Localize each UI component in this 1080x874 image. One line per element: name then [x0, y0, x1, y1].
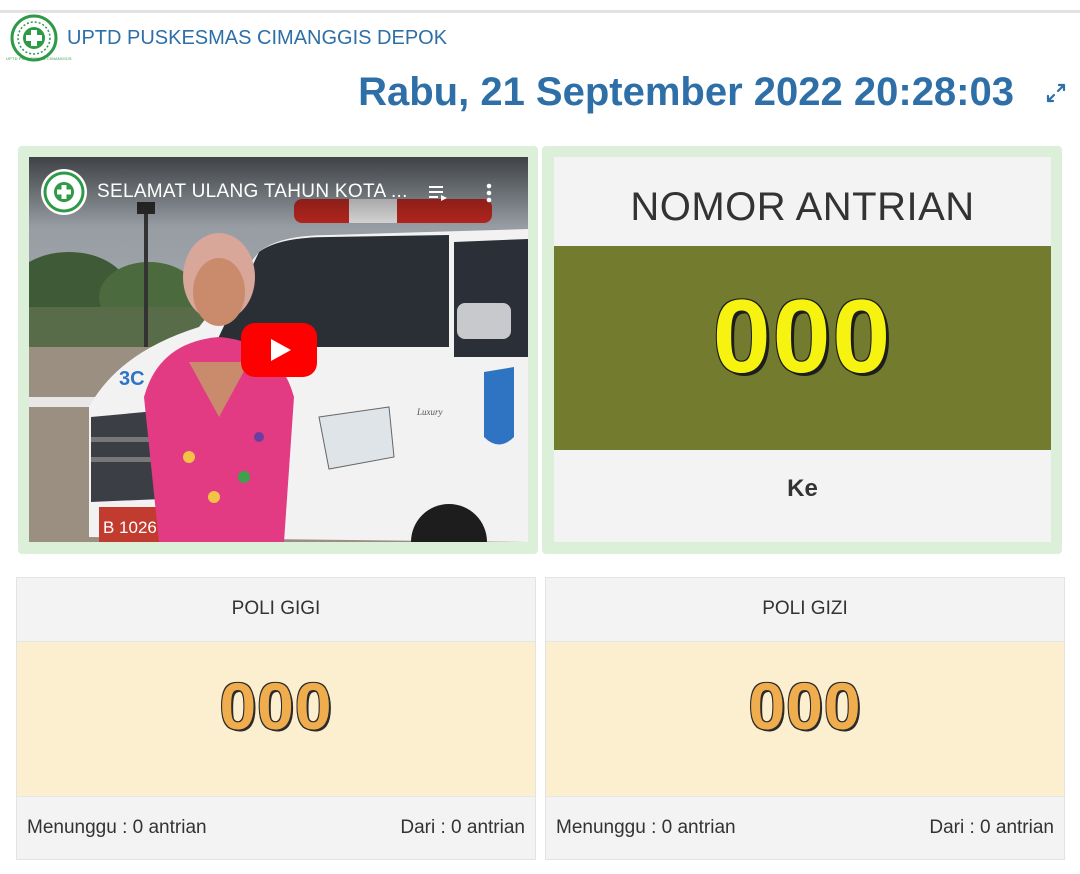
poli-waiting: Menunggu : 0 antrian — [27, 817, 207, 838]
poli-card-gizi: POLI GIZI 000 Menunggu : 0 antrian Dari … — [545, 577, 1065, 860]
poli-footer: Menunggu : 0 antrian Dari : 0 antrian — [546, 796, 1064, 859]
poli-from: Dari : 0 antrian — [929, 817, 1054, 838]
current-datetime: Rabu, 21 September 2022 20:28:03 — [358, 70, 1014, 114]
queue-number-band: 000 — [554, 246, 1051, 450]
queue-icon[interactable] — [429, 183, 449, 203]
poli-waiting: Menunggu : 0 antrian — [556, 817, 736, 838]
more-icon[interactable] — [481, 181, 497, 205]
poli-from: Dari : 0 antrian — [400, 817, 525, 838]
main-queue-card: NOMOR ANTRIAN 000 Ke — [554, 157, 1051, 542]
queue-title: NOMOR ANTRIAN — [630, 185, 975, 229]
poli-number: 000 — [748, 669, 862, 743]
poli-footer: Menunggu : 0 antrian Dari : 0 antrian — [17, 796, 535, 859]
poli-title: POLI GIGI — [17, 578, 535, 642]
car-badge: Luxury — [416, 407, 443, 417]
puskesmas-logo-icon — [10, 14, 58, 62]
poli-card-gigi: POLI GIGI 000 Menunggu : 0 antrian Dari … — [16, 577, 536, 860]
poli-title: POLI GIZI — [546, 578, 1064, 642]
queue-number: 000 — [712, 279, 893, 395]
svg-text:3C: 3C — [119, 368, 145, 390]
poli-number: 000 — [219, 669, 333, 743]
video-panel: 3C Luxury B 1026 7H SELAMAT ULANG TAHUN … — [18, 146, 538, 554]
play-icon[interactable] — [241, 323, 317, 377]
logo-caption: UPTD PUSKESMAS CIMANGGIS — [6, 56, 72, 61]
main-queue-panel: NOMOR ANTRIAN 000 Ke — [542, 146, 1062, 554]
brand-name: UPTD PUSKESMAS CIMANGGIS DEPOK — [67, 27, 448, 49]
top-divider — [0, 10, 1080, 13]
video-player[interactable]: 3C Luxury B 1026 7H SELAMAT ULANG TAHUN … — [29, 157, 528, 542]
video-title[interactable]: SELAMAT ULANG TAHUN KOTA ... — [97, 181, 408, 203]
channel-avatar-icon[interactable] — [41, 169, 87, 215]
fullscreen-icon[interactable] — [1044, 81, 1068, 105]
queue-counter-label: Ke — [787, 475, 818, 502]
